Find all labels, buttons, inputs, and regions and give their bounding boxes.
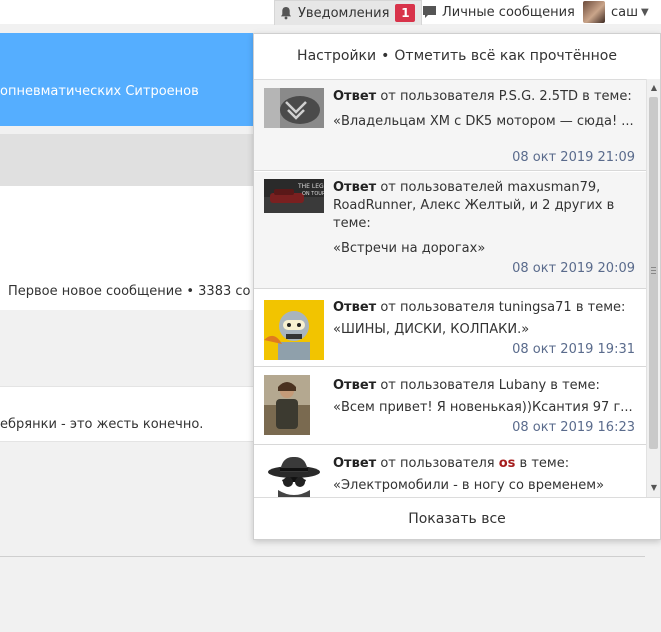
settings-link[interactable]: Настройки (297, 48, 376, 64)
notification-time: 08 окт 2019 21:09 (512, 150, 635, 165)
notification-in-topic: в теме: (550, 378, 600, 393)
svg-text:ON TOUR: ON TOUR (302, 191, 324, 197)
notification-item[interactable]: THE LEGEND ON TOUR Ответ от пользователе… (254, 172, 646, 289)
notifications-scrollbar[interactable]: ▲ ▼ (646, 79, 660, 497)
notification-from: от пользователя (380, 300, 495, 315)
notifications-tab[interactable]: Уведомления 1 (274, 0, 423, 25)
cartoon-robot-avatar (264, 300, 324, 360)
notification-item[interactable]: Ответ от пользователя tuningsa71 в теме:… (254, 290, 646, 367)
user-avatar (583, 1, 605, 23)
notification-text: Ответ от пользователя P.S.G. 2.5TD в тем… (333, 88, 638, 131)
notification-from: от пользователей (380, 180, 504, 195)
speech-bubble-icon (423, 6, 436, 18)
notification-text: Ответ от пользователя os в теме: «Электр… (333, 455, 638, 495)
forum-banner: опневматических Ситроенов (0, 33, 253, 126)
caret-down-icon: ▼ (641, 6, 649, 18)
svg-text:THE LEGEND: THE LEGEND (297, 183, 324, 190)
notification-kind: Ответ (333, 180, 377, 195)
header-separator: • (381, 48, 390, 64)
notification-kind: Ответ (333, 378, 377, 393)
scroll-down-arrow-icon[interactable]: ▼ (647, 481, 661, 495)
notification-in-topic: в теме: (519, 456, 570, 471)
car-grille-avatar (264, 88, 324, 128)
spy-hat-avatar (264, 454, 324, 497)
notification-author[interactable]: tuningsa71 (499, 300, 572, 315)
notification-kind: Ответ (333, 456, 377, 471)
section-bar (0, 134, 253, 186)
notification-author[interactable]: Lubany (499, 378, 546, 393)
username-label: саш (611, 4, 639, 20)
private-messages-label: Личные сообщения (442, 4, 575, 20)
post-card: ебрянки - это жесть конечно. (0, 386, 253, 442)
notification-time: 08 окт 2019 19:31 (512, 342, 635, 357)
show-all-button[interactable]: Показать все (254, 497, 660, 539)
notifications-dropdown: Настройки • Отметить всё как прочтённое … (253, 33, 661, 540)
divider (0, 556, 645, 557)
scrollbar-thumb[interactable] (649, 97, 658, 449)
notification-from: от пользователя (380, 89, 495, 104)
notification-text: Ответ от пользователей maxusman79, RoadR… (333, 179, 638, 258)
dropdown-header: Настройки • Отметить всё как прочтённое (254, 34, 660, 78)
scroll-up-arrow-icon[interactable]: ▲ (647, 81, 661, 95)
notification-author[interactable]: os (499, 456, 516, 471)
banner-text: опневматических Ситроенов (0, 84, 199, 99)
notifications-count-badge: 1 (395, 4, 416, 22)
notification-item[interactable]: Ответ от пользователя P.S.G. 2.5TD в тем… (254, 80, 646, 171)
user-menu[interactable]: саш ▼ (583, 0, 649, 24)
notifications-label: Уведомления (298, 5, 390, 21)
notifications-list[interactable]: Ответ от пользователя P.S.G. 2.5TD в тем… (254, 79, 660, 497)
topic-card: Первое новое сообщение • 3383 со (0, 186, 253, 310)
notification-kind: Ответ (333, 89, 377, 104)
private-messages-link[interactable]: Личные сообщения (422, 0, 575, 24)
notification-from: от пользователя (380, 456, 495, 471)
notification-in-topic: в теме: (575, 300, 626, 315)
notification-time: 08 окт 2019 20:09 (512, 261, 635, 276)
car-road-avatar: THE LEGEND ON TOUR (264, 179, 324, 213)
notification-text: Ответ от пользователя tuningsa71 в теме:… (333, 299, 638, 339)
topic-meta[interactable]: Первое новое сообщение • 3383 со (8, 284, 253, 299)
notification-item[interactable]: Ответ от пользователя Lubany в теме: «Вс… (254, 368, 646, 445)
notification-text: Ответ от пользователя Lubany в теме: «Вс… (333, 377, 638, 417)
notification-author[interactable]: P.S.G. 2.5TD (499, 89, 578, 104)
notification-time: 08 окт 2019 16:23 (512, 420, 635, 435)
bell-icon (281, 7, 291, 20)
notification-kind: Ответ (333, 300, 377, 315)
notification-topic[interactable]: «Владельцам XM с DK5 мотором — сюда! ... (333, 113, 638, 131)
person-photo-avatar (264, 375, 310, 435)
notification-topic[interactable]: «Электромобили - в ногу со временем» (333, 477, 638, 495)
top-bar: Уведомления 1 Личные сообщения саш ▼ (0, 0, 661, 25)
notification-topic[interactable]: «Всем привет! Я новенькая))Ксантия 97 г.… (333, 399, 638, 417)
notification-topic[interactable]: «Встречи на дорогах» (333, 240, 638, 258)
notification-topic[interactable]: «ШИНЫ, ДИСКИ, КОЛПАКИ.» (333, 321, 638, 339)
post-snippet: ебрянки - это жесть конечно. (0, 417, 204, 432)
notification-in-topic: в теме: (582, 89, 632, 104)
notification-from: от пользователя (380, 378, 495, 393)
notification-item[interactable]: Ответ от пользователя os в теме: «Электр… (254, 446, 646, 497)
mark-all-read-link[interactable]: Отметить всё как прочтённое (394, 48, 617, 64)
